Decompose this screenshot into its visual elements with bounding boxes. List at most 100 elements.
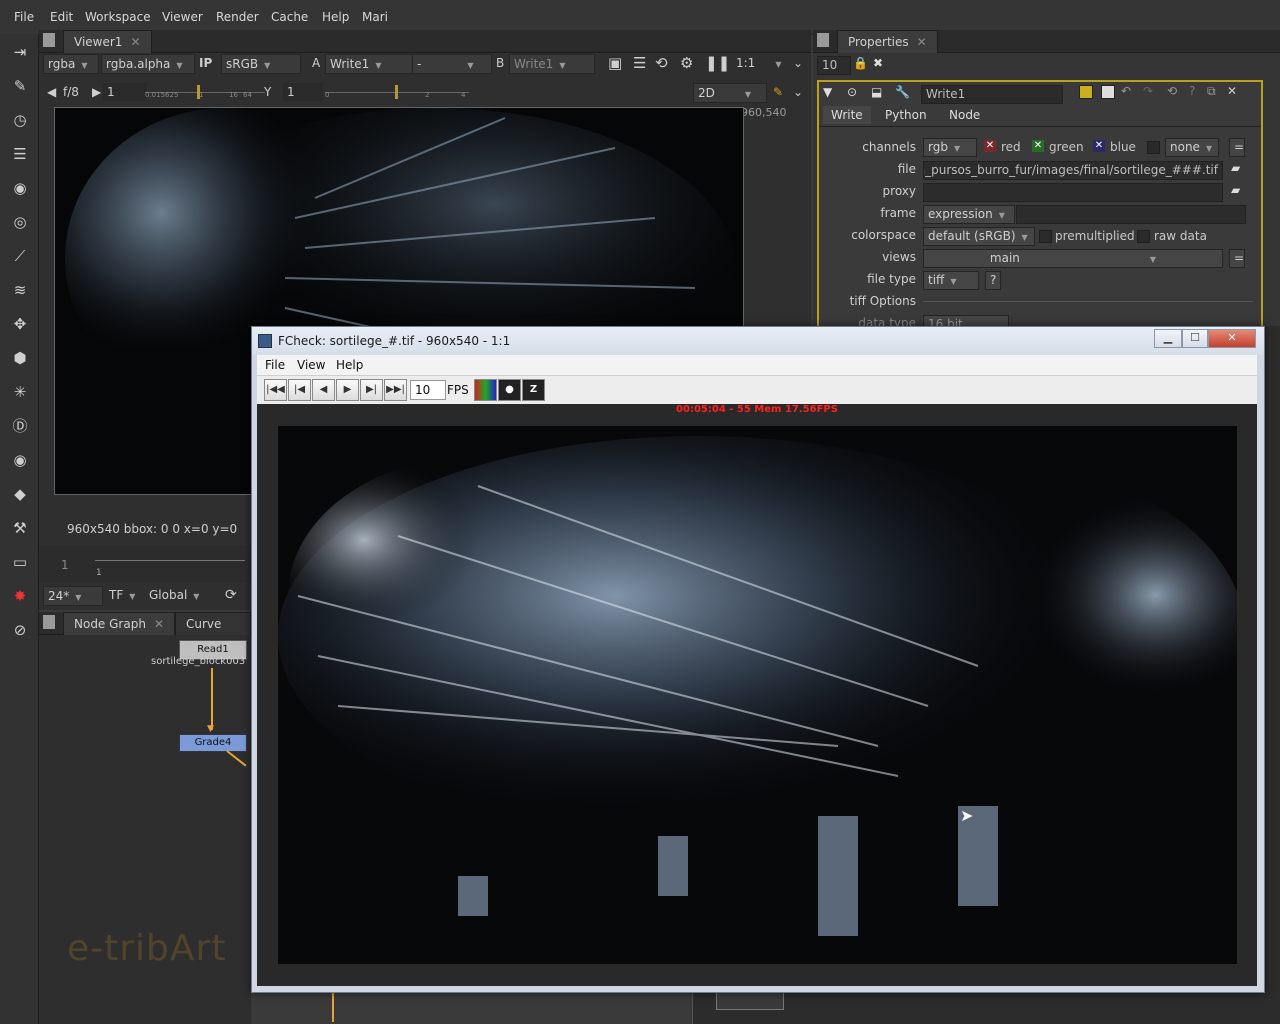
fps-field[interactable]: 10	[410, 380, 446, 400]
first-frame-icon[interactable]: |◀◀	[264, 379, 287, 401]
menu-file[interactable]: File	[14, 10, 34, 24]
blue-checkbox[interactable]: ✕	[1093, 140, 1105, 152]
frame-field[interactable]: 1	[61, 558, 69, 572]
color-wheel-icon[interactable]: ◉	[10, 178, 30, 198]
raw-data-checkbox[interactable]	[1137, 230, 1150, 243]
tab-python[interactable]: Python	[877, 106, 935, 124]
merge-icon[interactable]: ≋	[10, 280, 30, 300]
node-box[interactable]	[716, 992, 784, 1010]
node-graph-panel[interactable]: Node Graph ✕ Curve Edito Read1 sortilege_…	[39, 612, 251, 1024]
fcheck-menu-file[interactable]: File	[265, 358, 285, 372]
more-options-icon[interactable]: ⌄	[793, 83, 803, 101]
menu-cache[interactable]: Cache	[271, 10, 308, 24]
tab-curve-editor[interactable]: Curve Edito	[175, 612, 251, 653]
node-viewer-icon[interactable]: ⊙	[847, 85, 857, 99]
playback-mode-icon[interactable]: ⟳	[225, 586, 237, 604]
close-icon[interactable]: ✕	[1227, 84, 1237, 98]
b-input-dropdown[interactable]: Write1 ▼	[509, 54, 595, 74]
views-eye-icon[interactable]: ◉	[10, 450, 30, 470]
menu-workspace[interactable]: Workspace	[85, 10, 151, 24]
menu-render[interactable]: Render	[216, 10, 259, 24]
max-panels-field[interactable]: 10	[817, 56, 851, 75]
play-reverse-icon[interactable]: ◀	[312, 379, 335, 401]
deep-icon[interactable]: Ⓓ	[10, 416, 30, 436]
3d-cube-icon[interactable]: ⬢	[10, 348, 30, 368]
menu-mari[interactable]: Mari	[362, 10, 388, 24]
close-window-icon[interactable]: ✕	[1208, 329, 1256, 348]
step-forward-icon[interactable]: ▶|	[360, 379, 383, 401]
fcheck-image[interactable]: ➤	[278, 426, 1237, 964]
fcheck-menu-help[interactable]: Help	[336, 358, 363, 372]
undo-icon[interactable]: ↶	[1121, 84, 1131, 98]
fps-dropdown[interactable]: 24* ▼	[43, 586, 103, 606]
minimize-icon[interactable]: ▁	[1154, 329, 1182, 348]
more-options-icon[interactable]: ⌄	[793, 54, 803, 72]
plugin-icon[interactable]: ✸	[10, 586, 30, 606]
alpha-channel-icon[interactable]: ●	[498, 379, 521, 401]
view-mode-dropdown[interactable]: 2D ▼	[693, 83, 767, 103]
toolsets-icon[interactable]: ⚒	[10, 518, 30, 538]
extra-channel-dropdown[interactable]: none ▼	[1165, 138, 1219, 157]
a-input-dropdown[interactable]: Write1 ▼	[325, 54, 413, 74]
timeline[interactable]: 1 1	[39, 546, 251, 582]
color-picker-icon[interactable]: ✎	[773, 83, 783, 101]
panel-menu-icon[interactable]	[43, 33, 55, 47]
fstop-prev-icon[interactable]: ◀	[47, 83, 56, 101]
gain-slider[interactable]: 0.015625 1 16 64	[145, 83, 265, 101]
close-icon[interactable]: ✕	[154, 617, 164, 631]
gain-field[interactable]: 1	[103, 83, 147, 101]
tab-properties[interactable]: Properties ✕	[837, 30, 938, 53]
views-menu-button[interactable]: =	[1229, 249, 1245, 268]
step-back-icon[interactable]: |◀	[288, 379, 311, 401]
tab-write[interactable]: Write	[823, 106, 871, 124]
gamma-slider[interactable]: 0 1 2 4	[325, 83, 469, 101]
gl-color-icon[interactable]	[1101, 85, 1115, 99]
colorspace-dropdown[interactable]: sRGB ▼	[221, 54, 301, 74]
tab-viewer1[interactable]: Viewer1 ✕	[63, 30, 152, 53]
fcheck-menu-view[interactable]: View	[297, 358, 325, 372]
node-center-icon[interactable]: ⬓	[871, 85, 882, 99]
clear-panels-icon[interactable]: ✖	[873, 56, 883, 70]
folder-icon[interactable]: ▰	[1231, 183, 1240, 197]
panel-menu-icon[interactable]	[43, 615, 55, 629]
fcheck-title-bar[interactable]: FCheck: sortilege_#.tif - 960x540 - 1:1 …	[252, 327, 1264, 355]
channels-dropdown[interactable]: rgb ▼	[923, 138, 977, 157]
tab-node-graph[interactable]: Node Graph ✕	[63, 612, 176, 635]
node-name-field[interactable]: Write1	[921, 85, 1063, 104]
red-checkbox[interactable]: ✕	[984, 140, 996, 152]
clip-warning-icon[interactable]: ☰	[633, 54, 646, 72]
wrench-icon[interactable]: 🔧	[895, 85, 910, 99]
particles-icon[interactable]: ✳	[10, 382, 30, 402]
filter-icon[interactable]: ◎	[10, 212, 30, 232]
z-depth-icon[interactable]: Z	[522, 379, 545, 401]
wipe-dropdown[interactable]: - ▼	[412, 54, 492, 74]
keyer-icon[interactable]: ⟋	[10, 246, 30, 266]
close-icon[interactable]: ✕	[130, 35, 140, 49]
maximize-icon[interactable]: ☐	[1182, 329, 1208, 348]
rgb-channel-icon[interactable]	[474, 379, 497, 401]
panel-menu-icon[interactable]	[817, 33, 829, 47]
grade-node[interactable]: Grade4	[179, 734, 247, 752]
premultiplied-checkbox[interactable]	[1039, 230, 1052, 243]
channel-icon[interactable]: ☰	[10, 144, 30, 164]
file-field[interactable]: gn_pursos_burro_fur/images/final/sortile…	[923, 161, 1223, 180]
channels-dropdown[interactable]: rgba ▼	[43, 54, 99, 74]
menu-edit[interactable]: Edit	[50, 10, 73, 24]
help-button[interactable]: ?	[985, 271, 1001, 290]
alpha-checkbox[interactable]	[1147, 141, 1160, 154]
tf-dropdown[interactable]: TF ▼	[109, 586, 135, 604]
metadata-tag-icon[interactable]: ◆	[10, 484, 30, 504]
menu-help[interactable]: Help	[322, 10, 349, 24]
tile-color-icon[interactable]	[1079, 85, 1093, 99]
nuke-logo-icon[interactable]: ⊘	[10, 620, 30, 640]
clock-icon[interactable]: ◷	[10, 110, 30, 130]
transform-icon[interactable]: ✥	[10, 314, 30, 334]
autoupdate-icon[interactable]: ⚙	[680, 54, 693, 72]
collapse-icon[interactable]: ▼	[823, 85, 832, 99]
redo-icon[interactable]: ↷	[1143, 84, 1153, 98]
zoom-dropdown[interactable]: 1:1 ▼	[736, 54, 781, 72]
paint-brush-icon[interactable]: ✎	[10, 76, 30, 96]
green-checkbox[interactable]: ✕	[1032, 140, 1044, 152]
pause-icon[interactable]: ❚❚	[705, 54, 730, 72]
help-icon[interactable]: ?	[1189, 84, 1195, 98]
